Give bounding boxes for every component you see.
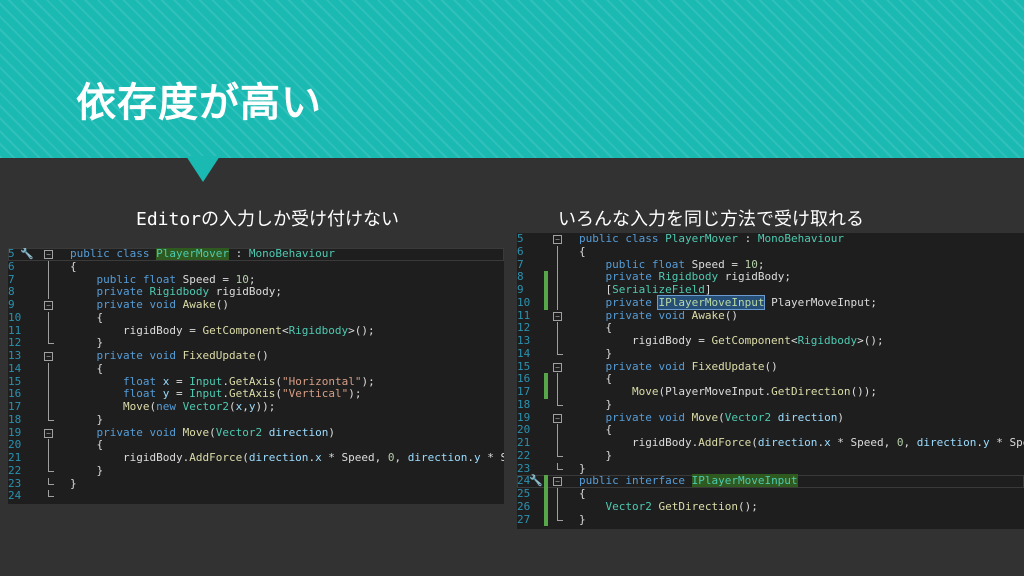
code-line: 5 − public class PlayerMover : MonoBehavio… (517, 233, 1024, 246)
collapse-icon[interactable]: − (553, 477, 562, 487)
code-line: 6{ (8, 259, 504, 274)
code-line: 24 🔧 − public interface IPlayerMoveInput (517, 474, 1024, 488)
line-number: 14 (8, 361, 22, 375)
line-number: 26 (517, 499, 531, 513)
caption-right: いろんな入力を同じ方法で受け取れる (558, 209, 864, 230)
line-number: 17 (517, 385, 531, 398)
code-line: 25 { (517, 487, 1024, 501)
line-number: 13 (517, 334, 531, 347)
code-text: } (70, 476, 77, 490)
code-text: { (70, 310, 104, 324)
collapse-icon[interactable]: − (553, 311, 562, 321)
code-panel-left: 5 🔧 − public class PlayerMover : MonoBehavi… (8, 248, 504, 504)
screwdriver-icon: 🔧 (529, 474, 543, 488)
code-text: Move(new Vector2(x,y)); (122, 400, 276, 413)
code-line: 21 rigidBody.AddForce(direction.x * Spee… (8, 451, 504, 465)
code-line: 13 rigidBody = GetComponent<Rigidbody>()… (517, 334, 1024, 348)
code-text: private void Move(Vector2 direction) (96, 425, 335, 439)
code-line: 17 Move(PlayerMoveInput.GetDirection()); (517, 385, 1024, 399)
code-line: 14 } (517, 346, 1024, 361)
line-number: 17 (8, 400, 22, 413)
header-notch (186, 156, 220, 182)
code-text: } (70, 463, 104, 477)
collapse-icon[interactable]: − (44, 301, 53, 310)
collapse-icon[interactable]: − (44, 352, 53, 361)
code-text: private void Awake() (96, 298, 229, 311)
line-number: 21 (8, 451, 22, 464)
code-line: 22 } (517, 448, 1024, 463)
code-text: public class PlayerMover : MonoBehaviour (579, 233, 844, 245)
code-line: 5 🔧 − public class PlayerMover : MonoBehavi… (8, 248, 504, 261)
code-text: rigidBody = GetComponent<Rigidbody>(); (70, 323, 375, 337)
code-text: private void Move(Vector2 direction) (605, 410, 844, 424)
line-number: 6 (8, 259, 15, 273)
collapse-icon[interactable]: − (44, 428, 53, 438)
line-number: 10 (517, 295, 531, 309)
line-number: 25 (517, 487, 531, 500)
code-text: Move(PlayerMoveInput.GetDirection()); (631, 385, 878, 398)
code-line: 13 − private void FixedUpdate() (8, 349, 504, 363)
line-number: 18 (8, 412, 22, 426)
code-line: 26 Vector2 GetDirection(); (517, 499, 1024, 514)
code-line: 23} (8, 476, 504, 491)
code-line: 21 rigidBody.AddForce(direction.x * Spee… (517, 436, 1024, 450)
collapse-icon[interactable]: − (553, 235, 562, 244)
line-number: 9 (8, 298, 15, 311)
collapse-icon[interactable]: − (553, 413, 562, 423)
code-text: { (70, 361, 104, 375)
line-number: 13 (8, 349, 22, 362)
code-line: 6{ (517, 244, 1024, 259)
code-line: 22 } (8, 463, 504, 478)
code-text: } (579, 448, 613, 462)
code-text: public interface IPlayerMoveInput (579, 474, 798, 488)
line-number: 14 (517, 346, 531, 360)
code-line: 27} (517, 512, 1024, 527)
code-text: rigidBody.AddForce(direction.x * Speed, … (70, 451, 504, 464)
line-number: 24 (8, 489, 22, 503)
line-number: 27 (517, 512, 531, 526)
code-line: 24 (8, 489, 504, 503)
caption-left: Editorの入力しか受け付けない (136, 209, 400, 230)
code-text: { (579, 487, 586, 500)
code-text: Vector2 GetDirection(); (605, 499, 758, 513)
code-text: rigidBody = GetComponent<Rigidbody>(); (579, 334, 884, 347)
line-number: 18 (517, 397, 531, 411)
code-text: private void FixedUpdate() (96, 349, 269, 362)
line-number: 9 (517, 283, 524, 296)
line-number: 22 (8, 463, 22, 477)
code-line: 9 − private void Awake() (8, 298, 504, 312)
code-text: } (579, 512, 586, 526)
line-number: 10 (8, 310, 22, 324)
code-text: { (70, 259, 77, 273)
code-line: 17 Move(new Vector2(x,y)); (8, 400, 504, 414)
line-number: 21 (517, 436, 531, 449)
code-text: public class PlayerMover : MonoBehaviour (70, 248, 335, 260)
collapse-icon[interactable]: − (553, 362, 562, 372)
screwdriver-icon: 🔧 (20, 248, 34, 260)
code-line: 9 [SerializeField] (517, 283, 1024, 297)
code-line: 10 private IPlayerMoveInput PlayerMoveIn… (517, 294, 1024, 310)
line-number: 22 (517, 448, 531, 462)
code-text: { (579, 244, 586, 258)
code-panel-right: 5 − public class PlayerMover : MonoBehavio… (517, 233, 1024, 529)
collapse-icon[interactable]: − (44, 250, 53, 259)
code-text: rigidBody.AddForce(direction.x * Speed, … (579, 436, 1024, 449)
slide-title: 依存度が高い (76, 80, 322, 126)
line-number: 5 (517, 233, 524, 245)
line-number: 6 (517, 244, 524, 258)
